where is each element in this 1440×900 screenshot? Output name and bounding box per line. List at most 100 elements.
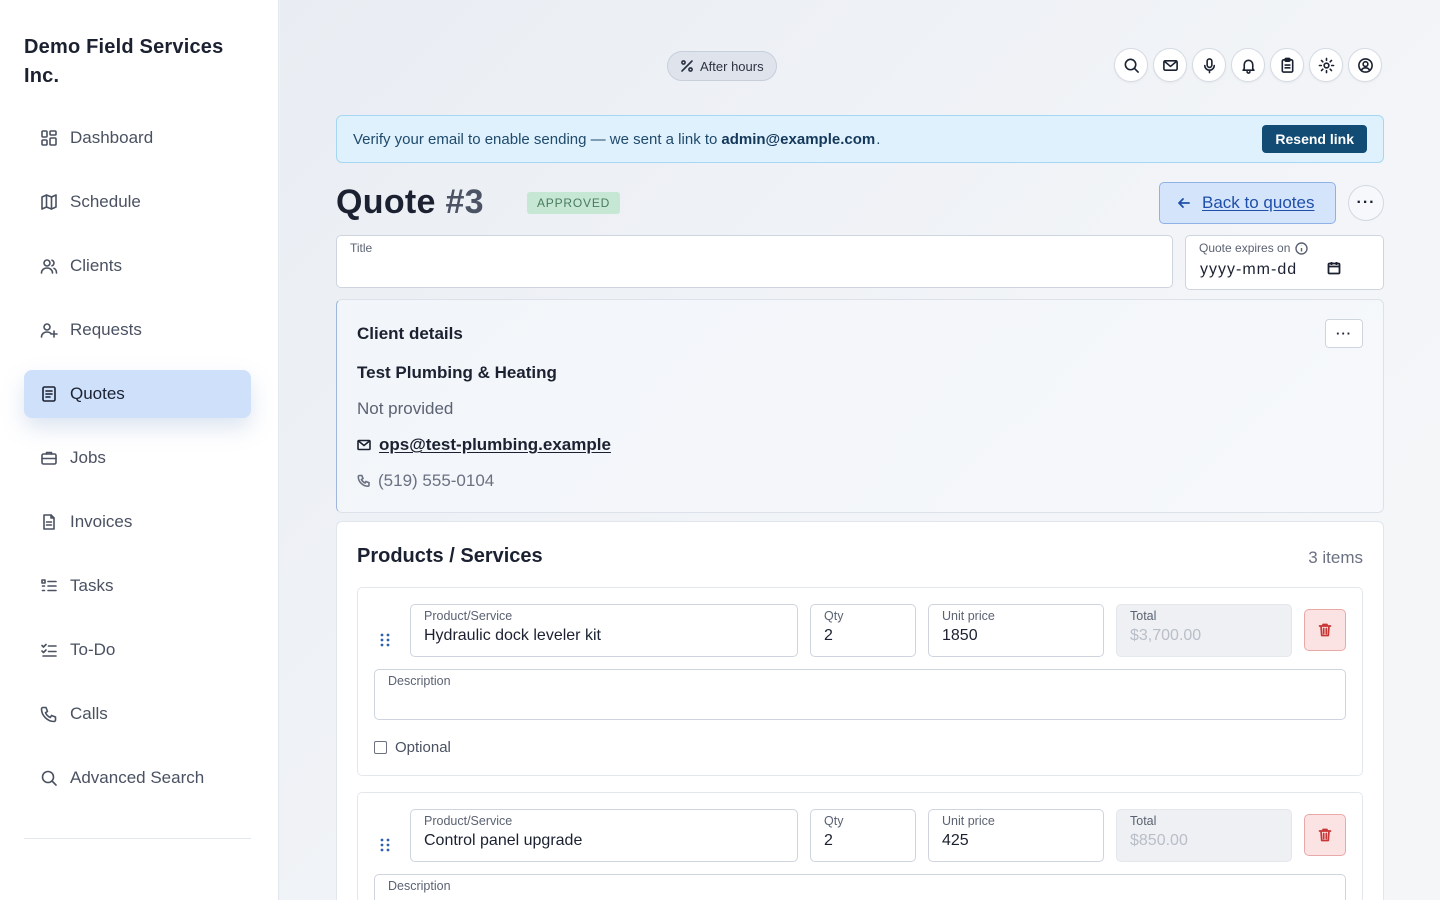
description-label: Description — [388, 879, 451, 893]
settings-button[interactable] — [1309, 48, 1343, 82]
sidebar-item-schedule[interactable]: Schedule — [24, 178, 251, 226]
quote-expires-field[interactable]: Quote expires on yyyy-mm-dd — [1185, 235, 1384, 290]
clipboard-button[interactable] — [1270, 48, 1304, 82]
description-label: Description — [388, 674, 451, 688]
sidebar-item-quotes[interactable]: Quotes — [24, 370, 251, 418]
sidebar-item-invoices[interactable]: Invoices — [24, 498, 251, 546]
sidebar-item-calls[interactable]: Calls — [24, 690, 251, 738]
line-item: Product/Service Control panel upgrade Qt… — [357, 792, 1363, 900]
qty-input[interactable]: Qty 2 — [810, 604, 916, 657]
product-service-input[interactable]: Product/Service Hydraulic dock leveler k… — [410, 604, 798, 657]
account-icon — [1357, 57, 1373, 73]
client-details-header: Client details — [357, 324, 463, 343]
unit-price-value: 425 — [942, 832, 969, 849]
banner-email: admin@example.com — [721, 130, 876, 148]
info-icon[interactable] — [1295, 241, 1309, 255]
products-count: 3 items — [1308, 548, 1363, 567]
users-icon — [40, 257, 58, 275]
total-field: Total $3,700.00 — [1116, 604, 1292, 657]
title-field[interactable]: Title — [336, 235, 1173, 288]
sidebar-item-label: Jobs — [70, 448, 106, 467]
search-button[interactable] — [1114, 48, 1148, 82]
sidebar-item-label: To-Do — [70, 640, 116, 659]
unit-price-label: Unit price — [942, 609, 995, 623]
percent-icon — [681, 60, 693, 72]
map-icon — [40, 193, 58, 211]
qty-label: Qty — [824, 814, 844, 828]
banner-text: Verify your email to enable sending — we… — [353, 130, 718, 148]
account-button[interactable] — [1348, 48, 1382, 82]
phone-icon — [357, 474, 370, 488]
total-label: Total — [1130, 814, 1157, 828]
total-label: Total — [1130, 609, 1157, 623]
client-phone: (519) 555-0104 — [357, 471, 494, 491]
client-more-button[interactable]: ··· — [1325, 319, 1363, 348]
products-header: Products / Services — [357, 545, 543, 567]
quote-more-button[interactable]: ··· — [1348, 185, 1384, 221]
client-name: Test Plumbing & Heating — [357, 363, 557, 382]
sidebar-item-label: Invoices — [70, 512, 133, 531]
bell-icon — [1241, 59, 1255, 74]
unit-price-input[interactable]: Unit price 425 — [928, 809, 1104, 862]
total-value: $850.00 — [1130, 832, 1188, 849]
product-service-value: Control panel upgrade — [424, 832, 583, 849]
sidebar-item-advanced-search[interactable]: Advanced Search — [24, 754, 251, 802]
drag-handle-icon[interactable] — [380, 633, 390, 647]
microphone-button[interactable] — [1192, 48, 1226, 82]
sidebar-item-label: Clients — [70, 256, 122, 275]
delete-item-button[interactable] — [1304, 609, 1346, 651]
delete-item-button[interactable] — [1304, 814, 1346, 856]
products-services-card: Products / Services 3 items Product/Serv… — [336, 521, 1384, 900]
banner-trailing: . — [876, 130, 881, 148]
sidebar-item-clients[interactable]: Clients — [24, 242, 251, 290]
client-address: Not provided — [357, 399, 454, 418]
back-to-quotes-label: Back to quotes — [1202, 193, 1315, 212]
quote-number: #3 — [445, 183, 484, 221]
product-service-input[interactable]: Product/Service Control panel upgrade — [410, 809, 798, 862]
sidebar-item-label: Schedule — [70, 192, 141, 211]
clipboard-icon — [1281, 57, 1293, 73]
unit-price-input[interactable]: Unit price 1850 — [928, 604, 1104, 657]
client-details-card: Client details ··· Test Plumbing & Heati… — [336, 299, 1384, 513]
after-hours-toggle[interactable]: After hours — [667, 51, 777, 81]
client-email-link[interactable]: ops@test-plumbing.example — [379, 435, 611, 455]
client-phone-text: (519) 555-0104 — [378, 471, 495, 490]
verify-email-banner: Verify your email to enable sending — we… — [336, 115, 1384, 163]
client-email[interactable]: ops@test-plumbing.example — [357, 435, 611, 455]
total-value: $3,700.00 — [1130, 627, 1202, 644]
status-badge: APPROVED — [527, 192, 621, 214]
search-icon — [40, 769, 58, 787]
file-icon — [40, 513, 58, 531]
mail-icon — [357, 439, 371, 451]
checklist-icon — [40, 641, 58, 659]
search-icon — [1124, 58, 1139, 73]
mail-icon — [1162, 59, 1178, 71]
drag-handle-icon[interactable] — [380, 838, 390, 852]
checkbox-box[interactable] — [374, 741, 387, 754]
line-item: Product/Service Hydraulic dock leveler k… — [357, 587, 1363, 776]
calendar-icon[interactable] — [1327, 261, 1341, 275]
resend-link-button[interactable]: Resend link — [1262, 125, 1367, 153]
sidebar-item-tasks[interactable]: Tasks — [24, 562, 251, 610]
description-input[interactable]: Description — [374, 874, 1346, 900]
back-to-quotes-button[interactable]: Back to quotes — [1159, 182, 1336, 224]
product-service-value: Hydraulic dock leveler kit — [424, 627, 601, 644]
sidebar-item-dashboard[interactable]: Dashboard — [24, 114, 251, 162]
qty-value: 2 — [824, 627, 833, 644]
phone-icon — [40, 705, 58, 723]
notifications-button[interactable] — [1231, 48, 1265, 82]
optional-label: Optional — [395, 739, 451, 756]
sidebar-item-label: Calls — [70, 704, 108, 723]
header-toolbar — [1114, 48, 1387, 82]
description-input[interactable]: Description — [374, 669, 1346, 720]
optional-checkbox[interactable]: Optional — [374, 739, 451, 756]
sidebar-item-todo[interactable]: To-Do — [24, 626, 251, 674]
title-label: Title — [350, 241, 373, 255]
product-service-label: Product/Service — [424, 609, 513, 623]
sidebar-item-jobs[interactable]: Jobs — [24, 434, 251, 482]
user-plus-icon — [40, 321, 58, 339]
mail-button[interactable] — [1153, 48, 1187, 82]
sidebar-item-requests[interactable]: Requests — [24, 306, 251, 354]
main-content: After hours Verify your email to enable … — [280, 0, 1440, 900]
qty-input[interactable]: Qty 2 — [810, 809, 916, 862]
